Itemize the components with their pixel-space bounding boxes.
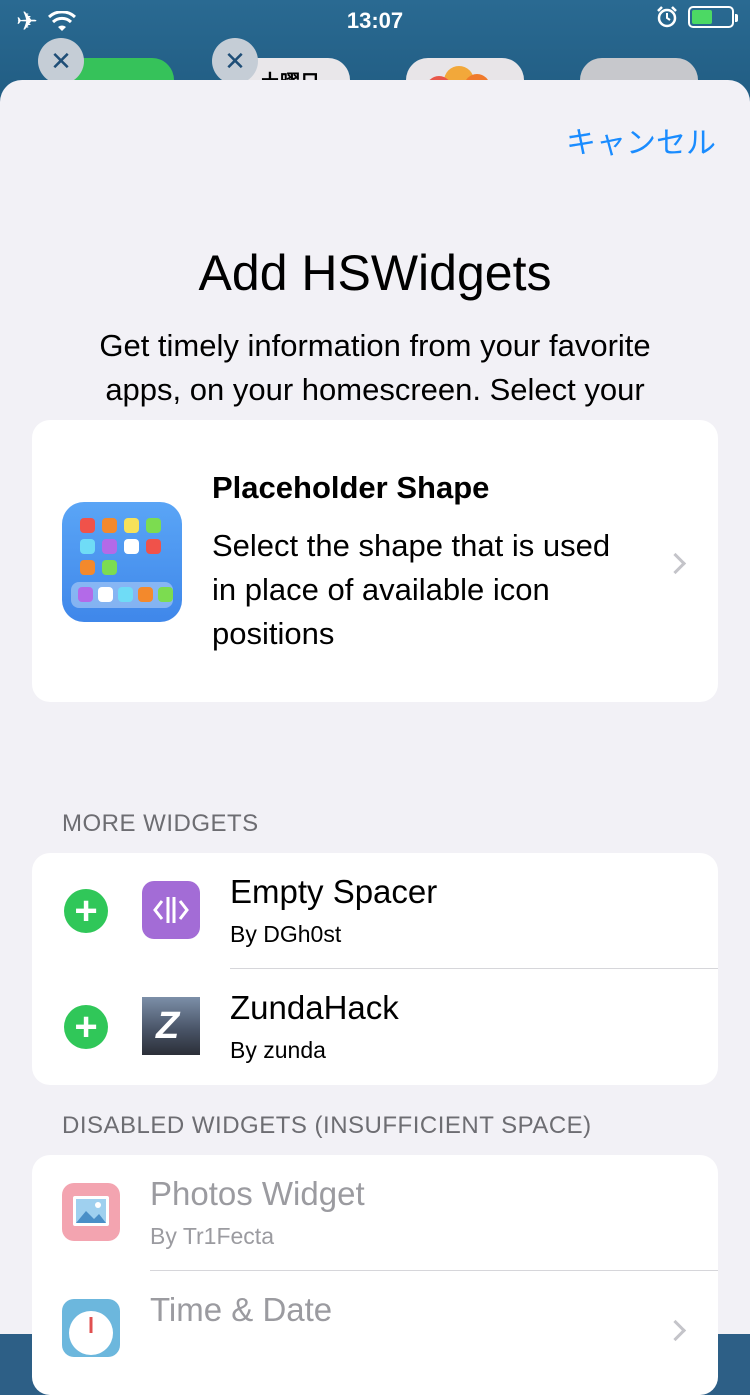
add-widgets-sheet: キャンセル Add HSWidgets Get timely informati… [0,80,750,1334]
placeholder-shape-card[interactable]: Placeholder Shape Select the shape that … [32,420,718,702]
zundahack-icon: Z [142,997,200,1055]
widget-row-photos: Photos Widget By Tr1Fecta [32,1155,718,1271]
placeholder-title: Placeholder Shape [212,470,490,505]
add-icon[interactable]: + [64,1005,108,1049]
placeholder-description: Select the shape that is used in place o… [212,528,611,651]
dock-shape [71,582,173,608]
status-bar: ✈ 13:07 [0,0,750,40]
sheet-title: Add HSWidgets [198,245,552,301]
delete-app-badge-2[interactable]: ✕ [212,38,258,84]
widget-author: By zunda [230,1037,326,1063]
widget-title: ZundaHack [230,989,399,1026]
alarm-icon [657,6,677,28]
widget-row-zundahack[interactable]: + Z ZundaHack By zunda [32,969,718,1085]
chevron-right-icon [664,552,687,575]
clock-icon [62,1299,120,1357]
disabled-widgets-header: DISABLED WIDGETS (INSUFFICIENT SPACE) [62,1112,592,1139]
widget-title: Time & Date [150,1291,333,1328]
homescreen-layout-icon [62,502,182,622]
widget-author: By Tr1Fecta [150,1223,274,1249]
spacer-icon [142,881,200,939]
widget-title: Empty Spacer [230,873,438,910]
widget-row-time-date: Time & Date [32,1271,718,1387]
cancel-button[interactable]: キャンセル [566,118,716,162]
more-widgets-list: + Empty Spacer By DGh0st + Z ZundaHack B… [32,853,718,1085]
status-right [656,6,738,28]
add-icon[interactable]: + [64,889,108,933]
widget-title: Photos Widget [150,1175,365,1212]
widget-row-empty-spacer[interactable]: + Empty Spacer By DGh0st [32,853,718,969]
photos-icon [62,1183,120,1241]
battery-icon [688,6,738,28]
widget-author: By DGh0st [230,921,342,947]
status-time: 13:07 [346,8,404,33]
chevron-right-icon [664,1319,687,1342]
disabled-widgets-list: Photos Widget By Tr1Fecta Time & Date [32,1155,718,1395]
delete-app-badge-1[interactable]: ✕ [38,38,84,84]
more-widgets-header: MORE WIDGETS [62,810,259,837]
